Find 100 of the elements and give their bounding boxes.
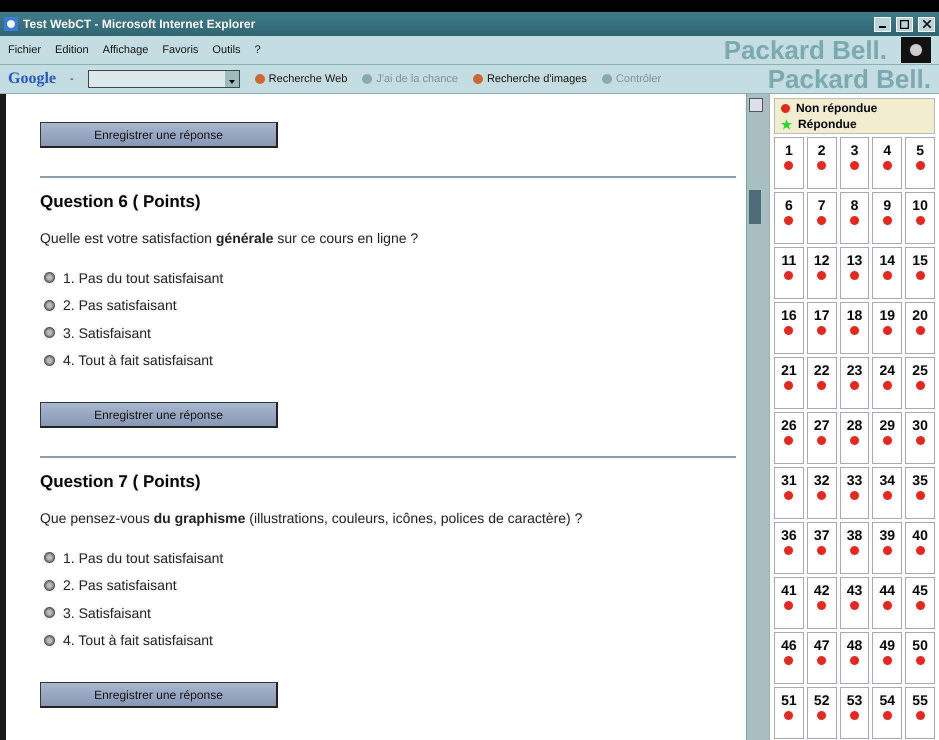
question-number: 50 xyxy=(912,637,928,653)
menu-item[interactable]: ? xyxy=(254,44,261,56)
toolbar-button[interactable]: Recherche Web xyxy=(254,73,348,85)
question-cell[interactable]: 21 xyxy=(774,357,804,409)
toolbar-icon xyxy=(600,73,613,85)
question-cell[interactable]: 49 xyxy=(872,632,902,684)
question-cell[interactable]: 46 xyxy=(774,632,804,684)
question-cell[interactable]: 22 xyxy=(806,357,837,409)
menu-item[interactable]: Fichier xyxy=(8,44,42,56)
question-cell[interactable]: 9 xyxy=(872,192,902,244)
question-cell[interactable]: 23 xyxy=(840,357,870,409)
question-cell[interactable]: 26 xyxy=(774,412,804,464)
question-cell[interactable]: 29 xyxy=(872,412,902,464)
maximize-button[interactable] xyxy=(896,16,913,32)
google-logo[interactable]: Google xyxy=(8,70,56,88)
question-cell[interactable]: 3 xyxy=(840,137,870,189)
menu-item[interactable]: Edition xyxy=(55,44,89,56)
radio-button[interactable] xyxy=(44,580,55,591)
radio-button[interactable] xyxy=(44,327,55,338)
scrollbar[interactable] xyxy=(746,94,769,740)
question-number: 51 xyxy=(781,692,797,708)
question-cell[interactable]: 11 xyxy=(774,247,804,299)
question-cell[interactable]: 33 xyxy=(840,467,870,519)
question-cell[interactable]: 25 xyxy=(905,357,935,409)
radio-button[interactable] xyxy=(44,272,55,284)
question-cell[interactable]: 31 xyxy=(774,467,804,519)
menu-item[interactable]: Affichage xyxy=(102,44,148,56)
close-button[interactable] xyxy=(918,16,935,32)
question-number: 55 xyxy=(912,692,928,708)
menu-item[interactable]: Outils xyxy=(212,44,241,56)
question-cell[interactable]: 34 xyxy=(872,467,902,519)
question-cell[interactable]: 40 xyxy=(905,522,935,574)
dropdown-caret[interactable]: - xyxy=(70,73,74,85)
question-cell[interactable]: 13 xyxy=(840,247,870,299)
scroll-thumb[interactable] xyxy=(749,190,761,224)
question-cell[interactable]: 43 xyxy=(840,577,870,629)
question-number: 11 xyxy=(781,252,796,268)
question-cell[interactable]: 36 xyxy=(774,522,804,574)
question-number: 47 xyxy=(814,637,830,653)
question-cell[interactable]: 45 xyxy=(905,577,935,629)
question-cell[interactable]: 44 xyxy=(872,577,902,629)
radio-button[interactable] xyxy=(44,634,55,646)
question-cell[interactable]: 37 xyxy=(806,522,837,574)
question-cell[interactable]: 24 xyxy=(872,357,902,409)
question-cell[interactable]: 41 xyxy=(774,577,804,629)
question-number: 46 xyxy=(781,637,797,653)
question-cell[interactable]: 35 xyxy=(905,467,935,519)
question-cell[interactable]: 52 xyxy=(806,687,837,739)
question-cell[interactable]: 42 xyxy=(806,577,837,629)
question-cell[interactable]: 39 xyxy=(872,522,902,574)
question-cell[interactable]: 30 xyxy=(905,412,935,464)
radio-button[interactable] xyxy=(44,354,55,366)
question-cell[interactable]: 38 xyxy=(840,522,870,574)
question-cell[interactable]: 6 xyxy=(774,192,804,244)
question-cell[interactable]: 50 xyxy=(905,632,935,684)
search-field[interactable] xyxy=(88,70,240,88)
question-cell[interactable]: 18 xyxy=(840,302,870,354)
radio-button[interactable] xyxy=(44,552,55,564)
question-number: 45 xyxy=(912,582,928,598)
save-answer-button[interactable]: Enregistrer une réponse xyxy=(40,682,278,708)
question-cell[interactable]: 27 xyxy=(806,412,837,464)
question-cell[interactable]: 47 xyxy=(806,632,837,684)
question-cell[interactable]: 5 xyxy=(905,137,935,189)
question-cell[interactable]: 53 xyxy=(840,687,870,739)
question-cell[interactable]: 28 xyxy=(840,412,870,464)
question-cell[interactable]: 20 xyxy=(905,302,935,354)
question-cell[interactable]: 12 xyxy=(806,247,837,299)
question-number: 41 xyxy=(781,582,797,598)
question-number: 33 xyxy=(846,472,862,488)
question-number: 52 xyxy=(814,692,830,708)
question-cell[interactable]: 51 xyxy=(774,687,804,739)
question-cell[interactable]: 4 xyxy=(872,137,902,189)
question-cell[interactable]: 10 xyxy=(905,192,935,244)
question-number: 43 xyxy=(846,582,862,598)
toolbar-button[interactable]: Recherche d'images xyxy=(472,73,587,85)
question-cell[interactable]: 19 xyxy=(872,302,902,354)
question-cell[interactable]: 2 xyxy=(806,137,837,189)
question-cell[interactable]: 7 xyxy=(806,192,837,244)
question-cell[interactable]: 32 xyxy=(806,467,837,519)
question-cell[interactable]: 8 xyxy=(840,192,870,244)
question-number: 42 xyxy=(814,582,830,598)
question-cell[interactable]: 54 xyxy=(872,687,902,739)
question-cell[interactable]: 14 xyxy=(872,247,902,299)
radio-button[interactable] xyxy=(44,300,55,311)
option-label: 1. Pas du tout satisfaisant xyxy=(63,550,224,566)
scroll-up-button[interactable] xyxy=(749,98,763,112)
question-cell[interactable]: 15 xyxy=(905,247,935,299)
radio-button[interactable] xyxy=(44,607,55,618)
minimize-button[interactable] xyxy=(874,16,891,32)
dropdown-button[interactable] xyxy=(224,71,239,87)
save-answer-button[interactable]: Enregistrer une réponse xyxy=(40,122,278,148)
question-cell[interactable]: 48 xyxy=(840,632,870,684)
question-number: 15 xyxy=(912,252,928,268)
menu-item[interactable]: Favoris xyxy=(162,44,198,56)
question-cell[interactable]: 55 xyxy=(905,687,935,739)
save-answer-button[interactable]: Enregistrer une réponse xyxy=(40,402,278,428)
question-cell[interactable]: 1 xyxy=(774,137,804,189)
question-number: 2 xyxy=(818,142,826,158)
question-cell[interactable]: 17 xyxy=(806,302,837,354)
question-cell[interactable]: 16 xyxy=(774,302,804,354)
